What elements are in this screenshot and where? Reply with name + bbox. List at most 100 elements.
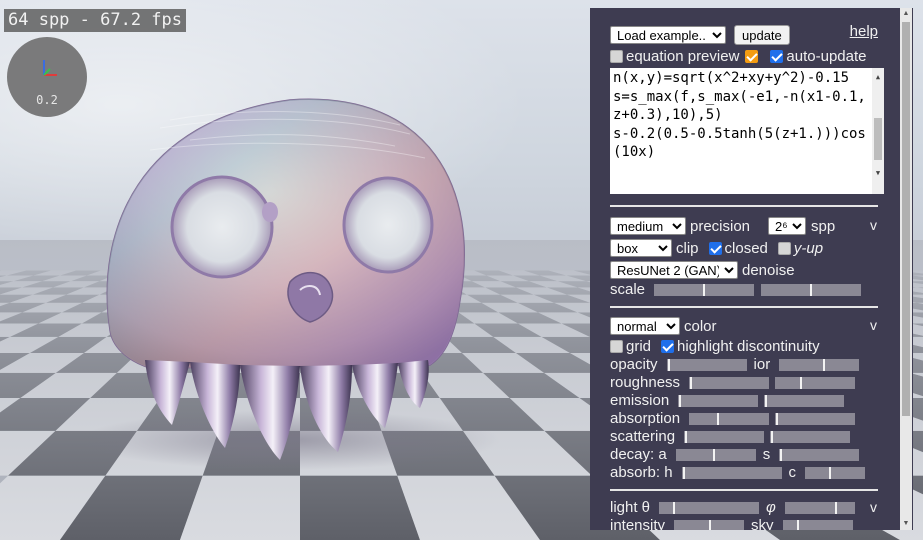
scroll-down-icon[interactable]: ▼	[900, 518, 912, 530]
auto-update-checkbox[interactable]	[770, 50, 784, 63]
slider-knob[interactable]	[810, 283, 813, 296]
closed-label: closed	[724, 239, 768, 257]
scale-label: scale	[610, 281, 646, 298]
scattering-slider-1[interactable]	[684, 430, 765, 443]
intensity-slider[interactable]	[674, 519, 745, 530]
grid-checkbox[interactable]	[610, 340, 623, 353]
slider-knob[interactable]	[712, 448, 715, 461]
roughness-slider-2[interactable]	[775, 376, 856, 389]
fps-counter: 64 spp - 67.2 fps	[4, 9, 186, 32]
decay-a-slider[interactable]	[675, 448, 756, 461]
render-section-toggle[interactable]: v	[870, 217, 877, 233]
axis-scale-label: 0.2	[36, 93, 58, 107]
slider-knob[interactable]	[796, 519, 799, 530]
y-up-checkbox[interactable]	[777, 241, 791, 255]
clip-row: box clip closed y-up	[610, 239, 827, 257]
scale-slider-2[interactable]	[761, 283, 862, 296]
emission-slider-2[interactable]	[764, 394, 845, 407]
ior-slider[interactable]	[779, 358, 860, 371]
scattering-row: scattering	[610, 428, 851, 445]
equation-preview-checkbox[interactable]	[610, 50, 623, 63]
sky-slider[interactable]	[782, 519, 853, 530]
absorption-slider-2[interactable]	[775, 412, 856, 425]
absorb-c-slider[interactable]	[805, 466, 866, 479]
precision-select[interactable]: medium	[610, 217, 686, 235]
load-example-select[interactable]: Load example...	[610, 26, 726, 44]
color-mode-row: normal color	[610, 317, 721, 335]
intensity-row: intensity sky	[610, 517, 853, 530]
precision-row: medium precision 2⁶ spp	[610, 217, 839, 235]
axis-gizmo[interactable]: 0.2	[7, 37, 87, 117]
slider-knob[interactable]	[685, 430, 688, 443]
color-label: color	[684, 317, 717, 335]
light-phi-slider[interactable]	[784, 501, 855, 514]
absorption-slider-1[interactable]	[689, 412, 770, 425]
grid-label: grid	[626, 338, 652, 355]
scattering-slider-2[interactable]	[770, 430, 851, 443]
opacity-row: opacity ior	[610, 356, 860, 373]
scroll-up-icon[interactable]: ▲	[872, 68, 884, 87]
decay-s-slider[interactable]	[779, 448, 860, 461]
emission-label: emission	[610, 392, 670, 409]
denoise-label: denoise	[742, 261, 795, 279]
scattering-label: scattering	[610, 428, 676, 445]
equation-preview-label: equation preview	[626, 48, 740, 65]
highlight-discontinuity-checkbox[interactable]	[661, 340, 675, 353]
slider-knob[interactable]	[679, 394, 682, 407]
light-section-toggle[interactable]: v	[870, 499, 877, 515]
denoise-row: ResUNet 2 (GAN) denoise	[610, 261, 799, 279]
equation-line: s-0.2(0.5-0.5tanh(5(z+1.)))cos(10x)	[613, 125, 866, 161]
slider-knob[interactable]	[800, 376, 803, 389]
opacity-slider[interactable]	[666, 358, 747, 371]
slider-knob[interactable]	[717, 412, 720, 425]
absorb-label: absorb: h	[610, 464, 673, 481]
light-phi-label: φ	[766, 499, 776, 516]
absorb-h-slider[interactable]	[681, 466, 782, 479]
divider	[610, 489, 878, 491]
scroll-up-icon[interactable]: ▲	[900, 8, 912, 20]
ior-label: ior	[753, 356, 771, 373]
equation-editor[interactable]: n(x,y)=sqrt(x^2+xy+y^2)-0.15 s=s_max(f,s…	[610, 68, 884, 194]
color-mode-select[interactable]: normal	[610, 317, 680, 335]
roughness-slider-1[interactable]	[689, 376, 770, 389]
slider-knob[interactable]	[703, 283, 706, 296]
panel-scroll-thumb[interactable]	[902, 22, 910, 416]
divider	[610, 306, 878, 308]
slider-knob[interactable]	[690, 376, 693, 389]
editor-scrollbar[interactable]: ▲ ▼	[872, 68, 884, 194]
absorption-label: absorption	[610, 410, 681, 427]
intensity-label: intensity	[610, 517, 666, 530]
slider-knob[interactable]	[776, 412, 779, 425]
update-button[interactable]: update	[734, 25, 790, 45]
slider-knob[interactable]	[709, 519, 712, 530]
slider-knob[interactable]	[667, 358, 670, 371]
scroll-down-icon[interactable]: ▼	[872, 164, 884, 183]
slider-knob[interactable]	[780, 448, 783, 461]
slider-knob[interactable]	[829, 466, 832, 479]
auto-update-label: auto-update	[786, 48, 867, 65]
emission-slider-1[interactable]	[678, 394, 759, 407]
y-up-label: y-up	[793, 239, 824, 257]
closed-checkbox[interactable]	[708, 241, 722, 255]
slider-knob[interactable]	[834, 501, 837, 514]
slider-knob[interactable]	[823, 358, 826, 371]
decay-row: decay: a s	[610, 446, 860, 463]
color-section-toggle[interactable]: v	[870, 317, 877, 333]
panel-scrollbar[interactable]: ▲ ▼	[900, 8, 912, 530]
precision-label: precision	[690, 217, 751, 235]
help-link[interactable]: help	[850, 23, 878, 40]
preview-color-checkbox[interactable]	[745, 50, 759, 63]
slider-knob[interactable]	[771, 430, 774, 443]
sky-label: sky	[751, 517, 774, 530]
scale-slider-1[interactable]	[654, 283, 755, 296]
clip-select[interactable]: box	[610, 239, 672, 257]
slider-knob[interactable]	[765, 394, 768, 407]
opacity-label: opacity	[610, 356, 658, 373]
light-theta-slider[interactable]	[659, 501, 760, 514]
denoise-select[interactable]: ResUNet 2 (GAN)	[610, 261, 738, 279]
editor-scroll-thumb[interactable]	[874, 118, 882, 160]
slider-knob[interactable]	[673, 501, 676, 514]
spp-select[interactable]: 2⁶	[768, 217, 807, 235]
scale-row: scale	[610, 281, 862, 298]
slider-knob[interactable]	[682, 466, 685, 479]
